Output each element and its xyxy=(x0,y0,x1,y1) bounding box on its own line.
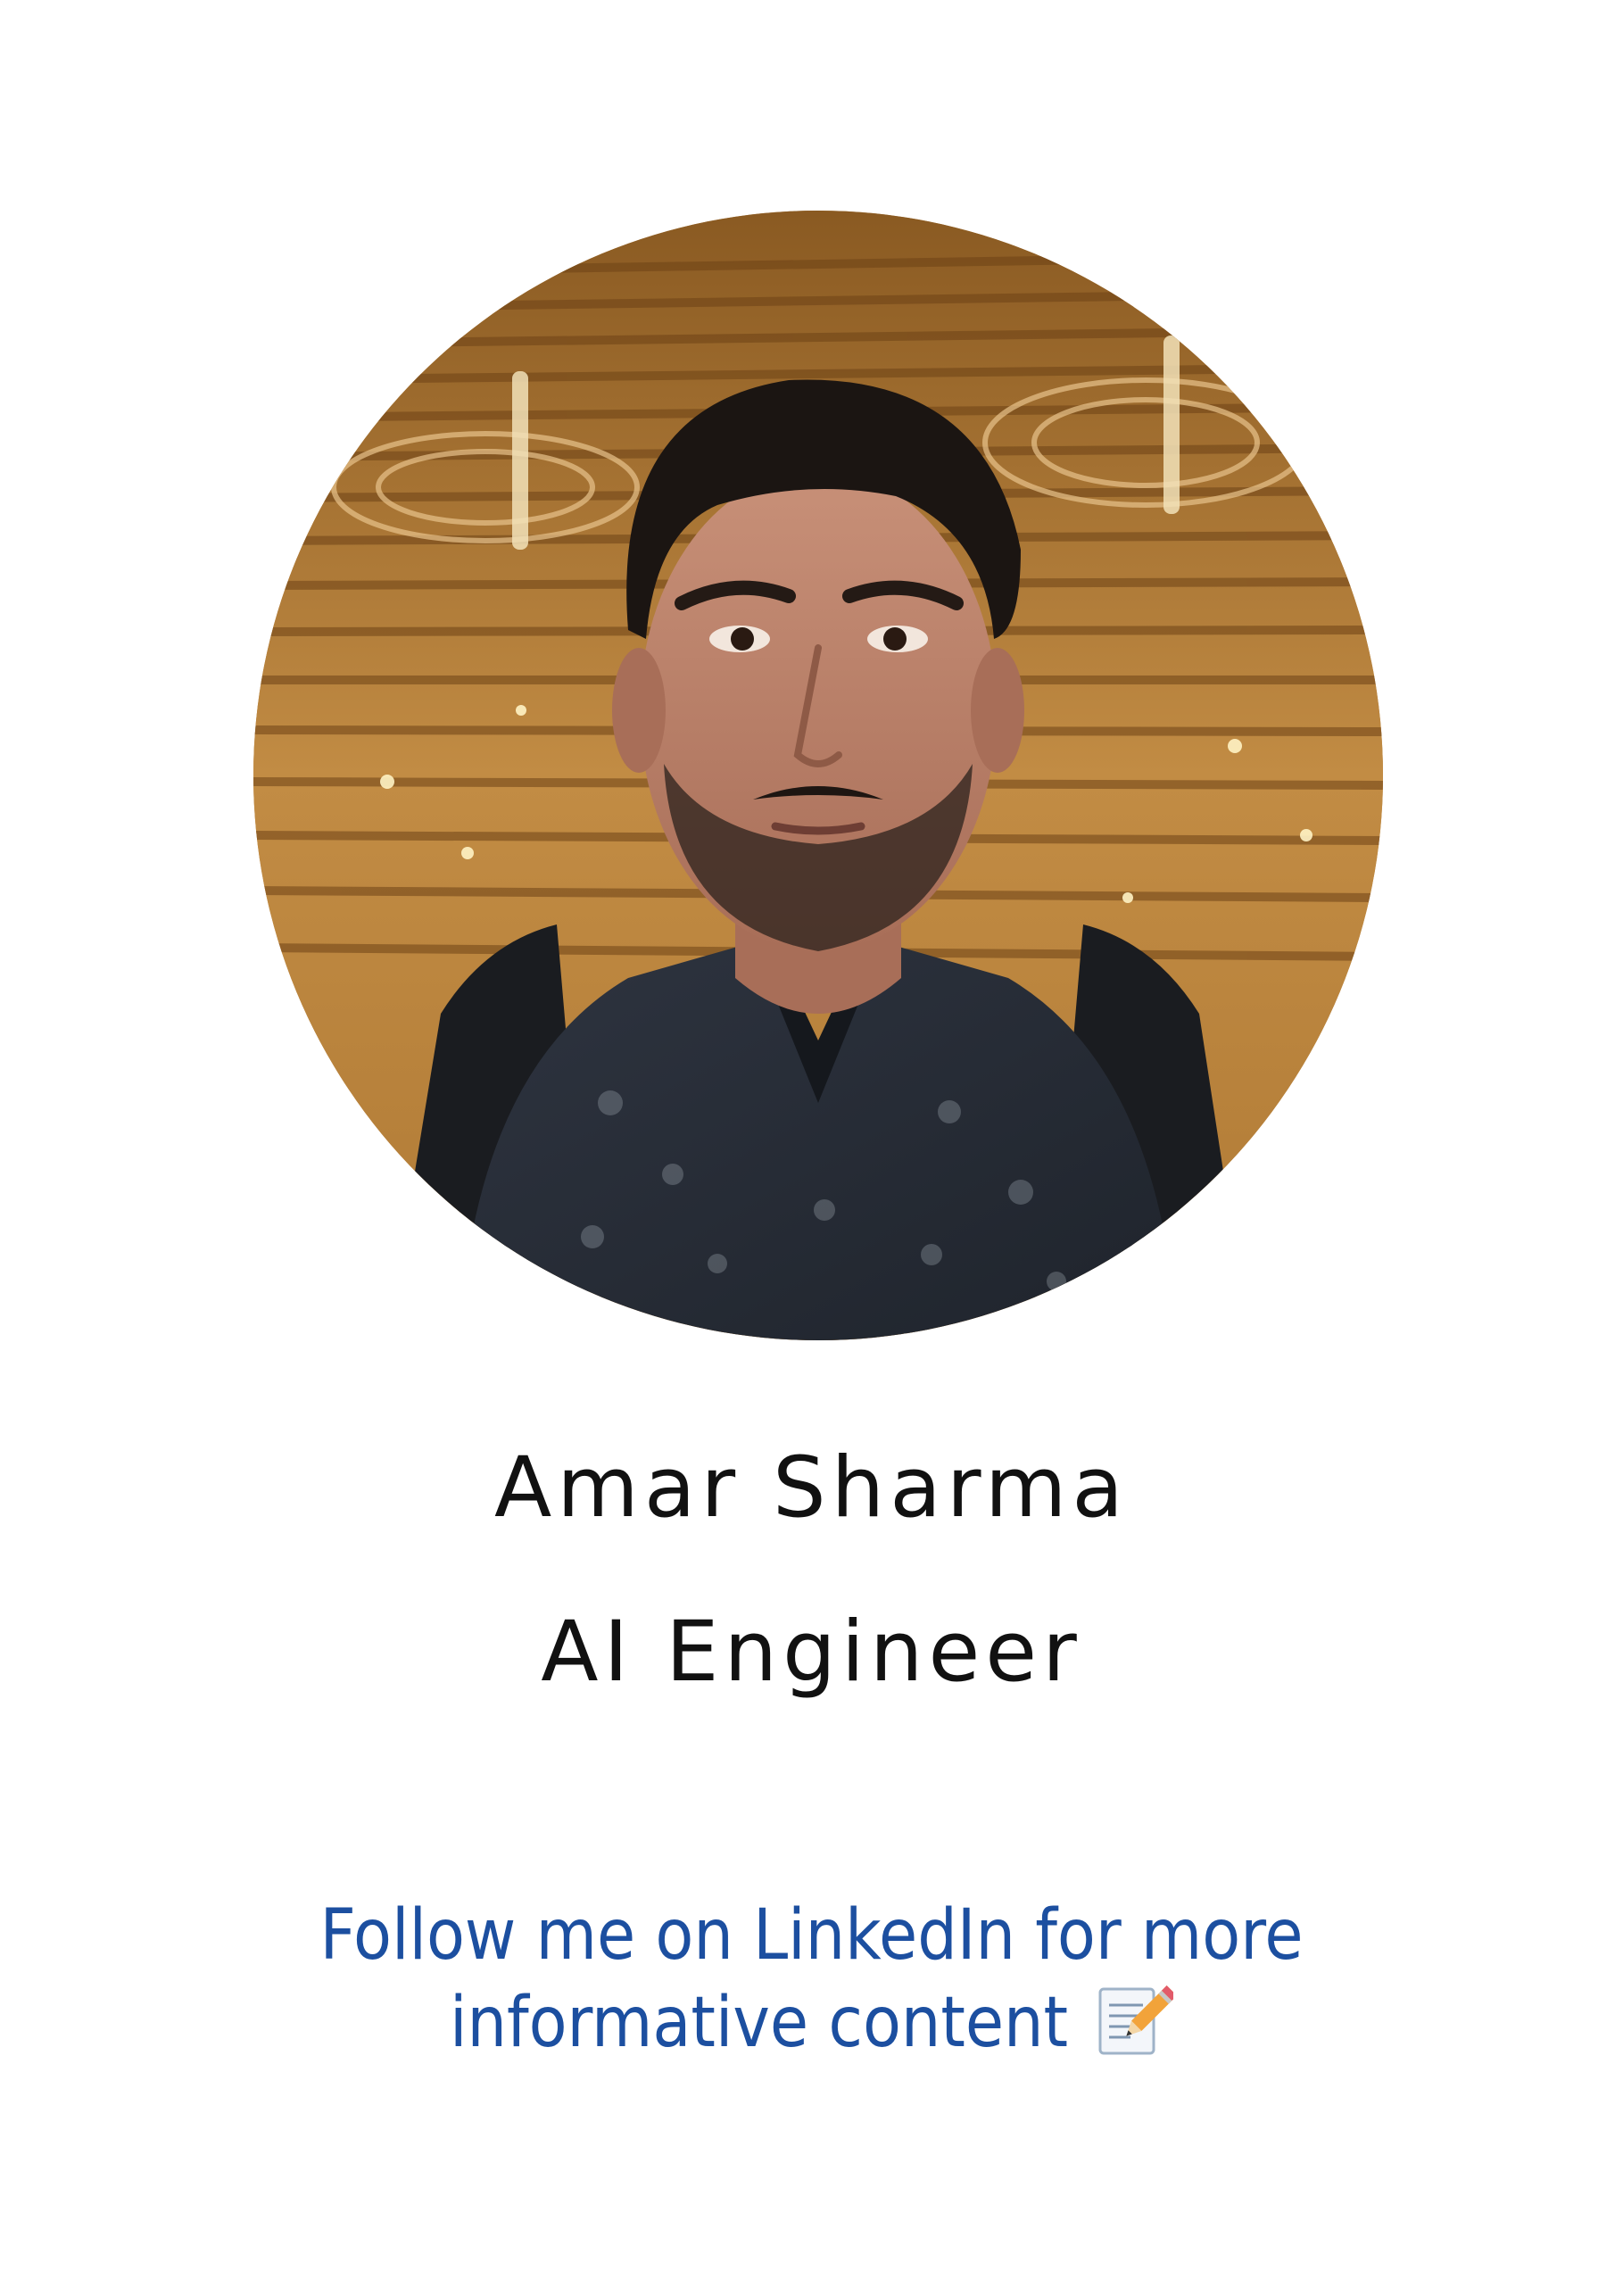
cta-line-2-wrapper: informative content xyxy=(449,1979,1174,2067)
profile-role: AI Engineer xyxy=(541,1604,1082,1701)
profile-photo xyxy=(253,211,1383,1340)
cta-line-2: informative content xyxy=(449,1983,1069,2063)
linkedin-cta: Follow me on LinkedIn for more informati… xyxy=(0,1892,1623,2067)
memo-pencil-icon xyxy=(1095,1980,1174,2059)
profile-name: Amar Sharma xyxy=(493,1439,1129,1537)
cta-line-1: Follow me on LinkedIn for more xyxy=(319,1895,1304,1976)
